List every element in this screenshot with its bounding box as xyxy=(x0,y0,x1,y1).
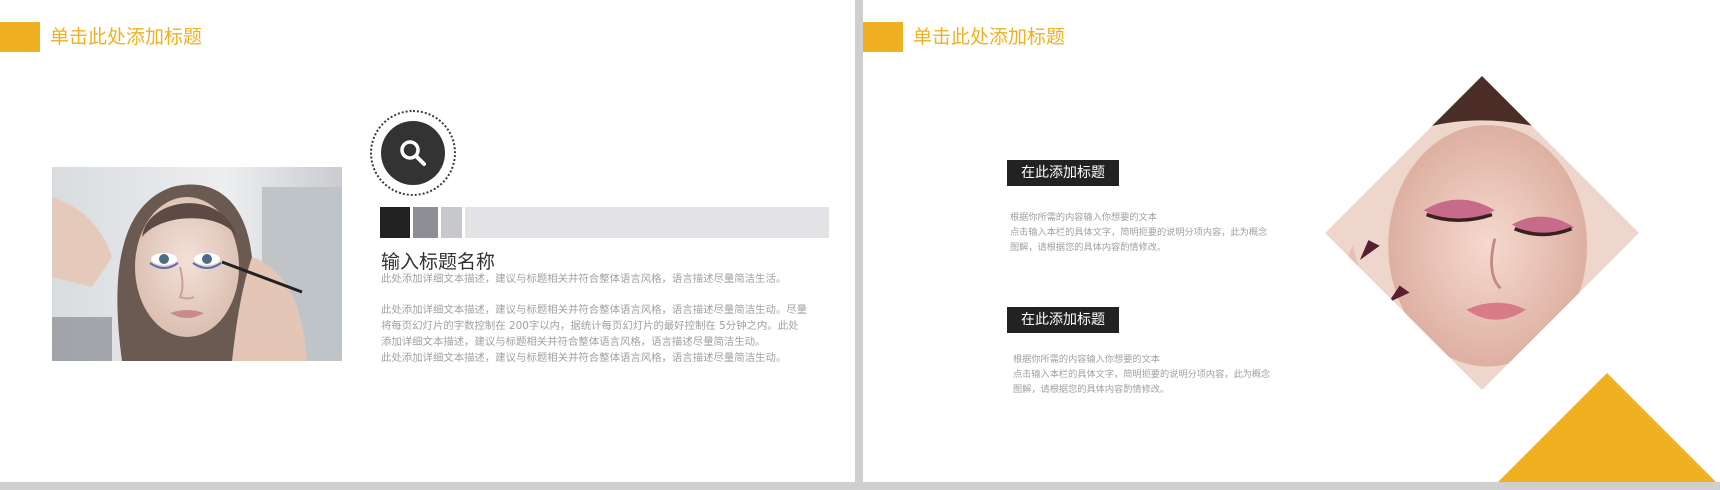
progress-block-mid xyxy=(413,207,438,238)
makeup-photo xyxy=(52,167,342,361)
content-subline[interactable]: 此处添加详细文本描述，建议与标题相关并符合整体语言风格，语言描述尽量简洁生活。 xyxy=(381,271,786,287)
paragraph-line[interactable]: 将每页幻灯片的字数控制在 200字以内，据统计每页幻灯片的最好控制在 5分钟之内… xyxy=(381,318,799,334)
block-text-line[interactable]: 点击输入本栏的具体文字，简明扼要的说明分项内容，此为概念 xyxy=(1010,226,1267,240)
title-accent-bar xyxy=(863,22,903,52)
search-icon-ring[interactable] xyxy=(370,110,456,196)
slide-title[interactable]: 单击此处添加标题 xyxy=(913,24,1065,50)
block-text-line[interactable]: 根据你所需的内容输入你想要的文本 xyxy=(1010,211,1157,225)
block-label[interactable]: 在此添加标题 xyxy=(1007,307,1119,333)
block-text-line[interactable]: 根据你所需的内容输入你想要的文本 xyxy=(1013,353,1160,367)
beauty-portrait-diamond xyxy=(1325,76,1639,390)
slide-right[interactable]: 单击此处添加标题 在此添加标题 根据你所需的内容输入你想要的文本 点击输入本栏的… xyxy=(863,0,1720,482)
block-text-line[interactable]: 图解，请根据您的具体内容酌情修改。 xyxy=(1010,241,1166,255)
progress-block-light xyxy=(441,207,462,238)
block-label[interactable]: 在此添加标题 xyxy=(1007,160,1119,186)
progress-block-dark xyxy=(380,207,410,238)
block-text-line[interactable]: 图解，请根据您的具体内容酌情修改。 xyxy=(1013,383,1169,397)
search-icon[interactable] xyxy=(381,121,445,185)
progress-track xyxy=(465,207,829,238)
corner-accent-triangle xyxy=(1497,373,1717,482)
block-text-line[interactable]: 点击输入本栏的具体文字，简明扼要的说明分项内容，此为概念 xyxy=(1013,368,1270,382)
paragraph-line[interactable]: 此处添加详细文本描述，建议与标题相关并符合整体语言风格，语言描述尽量简洁生动。尽… xyxy=(381,302,807,318)
slide-left[interactable]: 单击此处添加标题 输入标题名称 此处添加详细文本描述，建议与标题相关并符合整体语… xyxy=(0,0,855,482)
paragraph-line[interactable]: 添加详细文本描述，建议与标题相关并符合整体语言风格，语言描述尽量简洁生动。 xyxy=(381,334,765,350)
title-accent-bar xyxy=(0,22,40,52)
paragraph-line[interactable]: 此处添加详细文本描述，建议与标题相关并符合整体语言风格，语言描述尽量简洁生动。 xyxy=(381,350,786,366)
presentation-stage: 单击此处添加标题 输入标题名称 此处添加详细文本描述，建议与标题相关并符合整体语… xyxy=(0,0,1720,490)
slide-title[interactable]: 单击此处添加标题 xyxy=(50,24,202,50)
